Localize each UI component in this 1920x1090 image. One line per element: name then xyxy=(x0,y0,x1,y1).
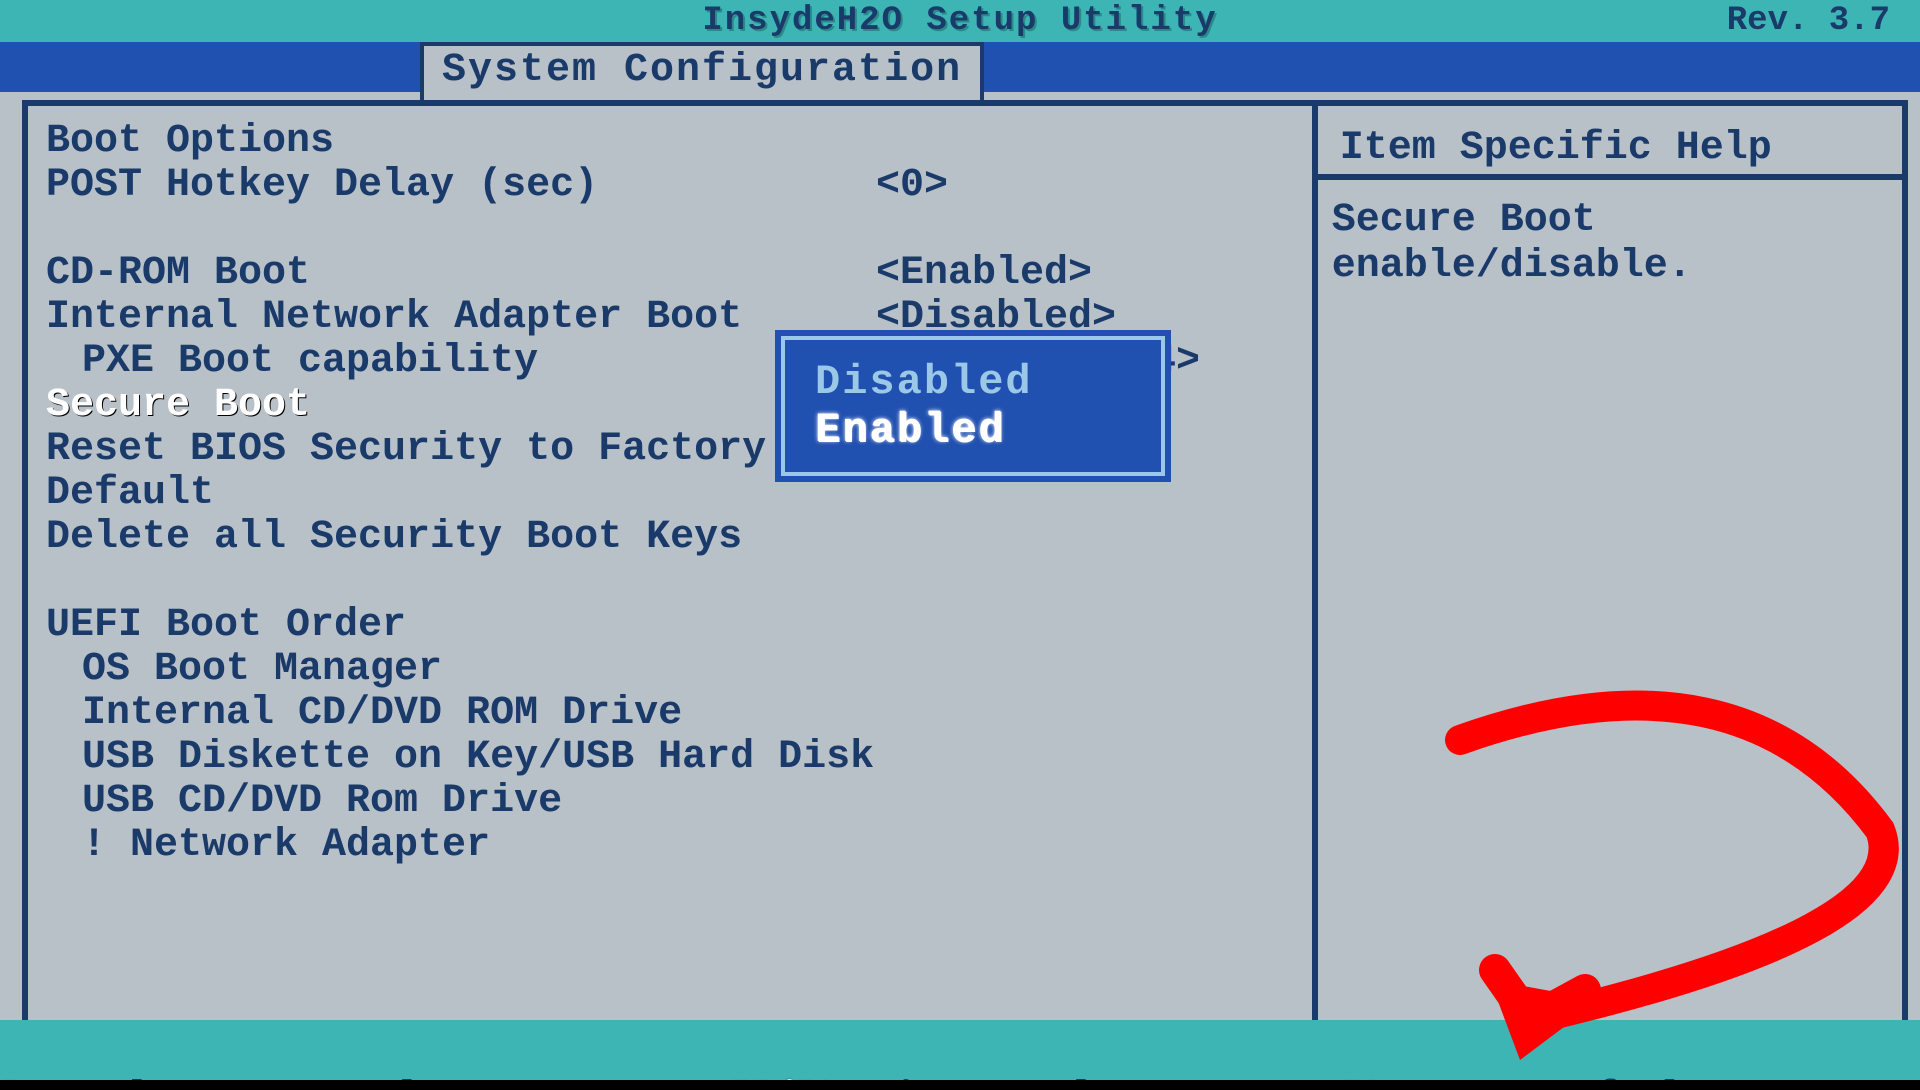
setting-label: Secure Boot xyxy=(46,384,876,428)
help-pane-body: Secure Boot enable/disable. xyxy=(1332,198,1882,290)
main-panel: Boot Options POST Hotkey Delay (sec)<0>C… xyxy=(22,100,1908,1028)
boot-order-item[interactable]: ! Network Adapter xyxy=(46,824,1294,868)
section-title: Boot Options xyxy=(46,120,1294,164)
setting-row[interactable]: Internal Network Adapter Boot<Disabled> xyxy=(46,296,1294,340)
setting-value: <Disabled> xyxy=(876,296,1116,340)
boot-order-label: OS Boot Manager xyxy=(46,648,912,692)
boot-order-label: USB CD/DVD Rom Drive xyxy=(46,780,912,824)
tab-row: System Configuration xyxy=(0,42,1920,92)
setting-label: POST Hotkey Delay (sec) xyxy=(46,164,876,208)
tab-system-configuration[interactable]: System Configuration xyxy=(420,42,984,104)
setting-row[interactable]: POST Hotkey Delay (sec)<0> xyxy=(46,164,1294,208)
boot-order-heading: UEFI Boot Order xyxy=(46,604,876,648)
settings-list: Boot Options POST Hotkey Delay (sec)<0>C… xyxy=(46,120,1294,868)
boot-order-item[interactable]: OS Boot Manager xyxy=(46,648,1294,692)
setting-value: <0> xyxy=(876,164,948,208)
setting-label: Reset BIOS Security to Factory Default xyxy=(46,428,876,516)
boot-options-heading: Boot Options xyxy=(46,120,876,164)
setting-label: Internal Network Adapter Boot xyxy=(46,296,876,340)
boot-order-label: USB Diskette on Key/USB Hard Disk xyxy=(46,736,912,780)
setting-value: <Enabled> xyxy=(876,252,1092,296)
setting-label: CD-ROM Boot xyxy=(46,252,876,296)
setting-label: Delete all Security Boot Keys xyxy=(46,516,876,560)
secure-boot-popup[interactable]: DisabledEnabled xyxy=(785,340,1161,472)
help-header-divider xyxy=(1312,174,1902,180)
boot-order-label: ! Network Adapter xyxy=(46,824,912,868)
hotkey-footer: F1 Help↑↓ Select ItemF5/F6 Change Values… xyxy=(0,1020,1920,1080)
bios-screen: InsydeH2O Setup Utility Rev. 3.7 System … xyxy=(0,0,1920,1080)
setting-row[interactable]: Delete all Security Boot Keys xyxy=(46,516,1294,560)
popup-option[interactable]: Disabled xyxy=(793,358,1153,406)
title-bar: InsydeH2O Setup Utility Rev. 3.7 xyxy=(0,0,1920,42)
boot-order-item[interactable]: Internal CD/DVD ROM Drive xyxy=(46,692,1294,736)
vertical-divider xyxy=(1312,106,1318,1022)
boot-order-item[interactable]: USB Diskette on Key/USB Hard Disk xyxy=(46,736,1294,780)
utility-title: InsydeH2O Setup Utility xyxy=(702,2,1217,40)
revision-label: Rev. 3.7 xyxy=(1727,2,1890,40)
help-pane-title: Item Specific Help xyxy=(1340,126,1772,171)
boot-order-item[interactable]: USB CD/DVD Rom Drive xyxy=(46,780,1294,824)
setting-row[interactable]: CD-ROM Boot<Enabled> xyxy=(46,252,1294,296)
popup-option[interactable]: Enabled xyxy=(793,406,1153,454)
boot-order-label: Internal CD/DVD ROM Drive xyxy=(46,692,912,736)
setting-label: PXE Boot capability xyxy=(46,340,912,384)
boot-order-heading-row: UEFI Boot Order xyxy=(46,604,1294,648)
